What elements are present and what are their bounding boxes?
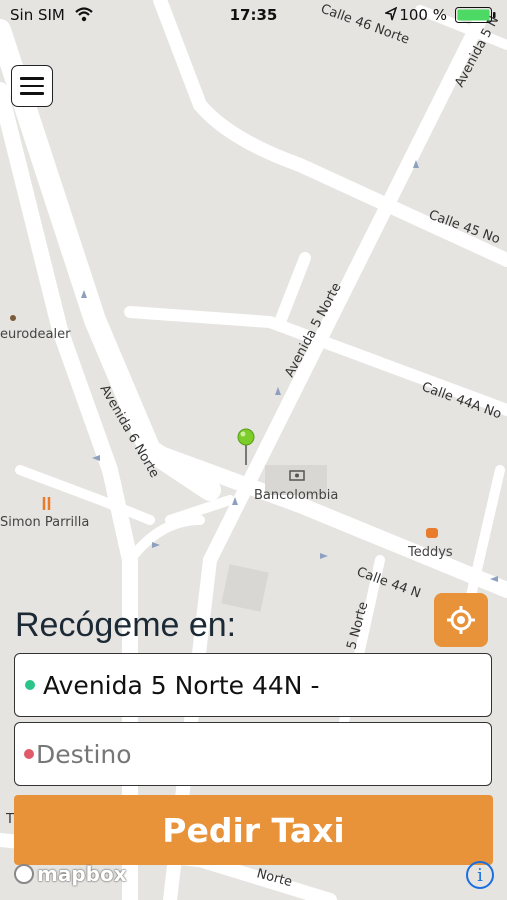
hamburger-icon-bar [20,92,44,95]
hamburger-icon-bar [20,77,44,80]
poi-label-teddys: Teddys [407,545,453,560]
hamburger-icon-bar [20,84,44,88]
origin-field[interactable] [14,653,492,717]
destination-field[interactable] [14,722,492,786]
pickup-label: Recógeme en: [15,606,237,644]
destination-dot-icon [24,749,34,759]
info-button[interactable]: i [466,861,494,889]
battery-icon [455,7,496,23]
mapbox-logo[interactable]: mapbox [14,862,127,886]
battery-percent: 100 % [399,6,447,24]
mapbox-text: mapbox [37,862,127,886]
location-arrow-icon [385,7,397,21]
destination-input[interactable] [36,739,456,769]
street-label-t: T [5,812,14,827]
origin-dot-icon [25,680,35,690]
mapbox-icon [14,864,34,884]
menu-button[interactable] [11,65,53,107]
crosshair-icon [447,606,475,634]
eurodealer-icon [10,315,16,321]
status-bar: Sin SIM 17:35 100 % [0,0,507,30]
request-taxi-button[interactable]: Pedir Taxi [14,795,493,865]
poi-label-bancolombia: Bancolombia [254,488,338,503]
origin-input[interactable] [43,670,463,700]
restaurant-icon [426,528,438,538]
locate-me-button[interactable] [434,593,488,647]
poi-label-simon-parrilla: Simon Parrilla [0,515,89,530]
poi-label-eurodealer: eurodealer [0,327,71,342]
